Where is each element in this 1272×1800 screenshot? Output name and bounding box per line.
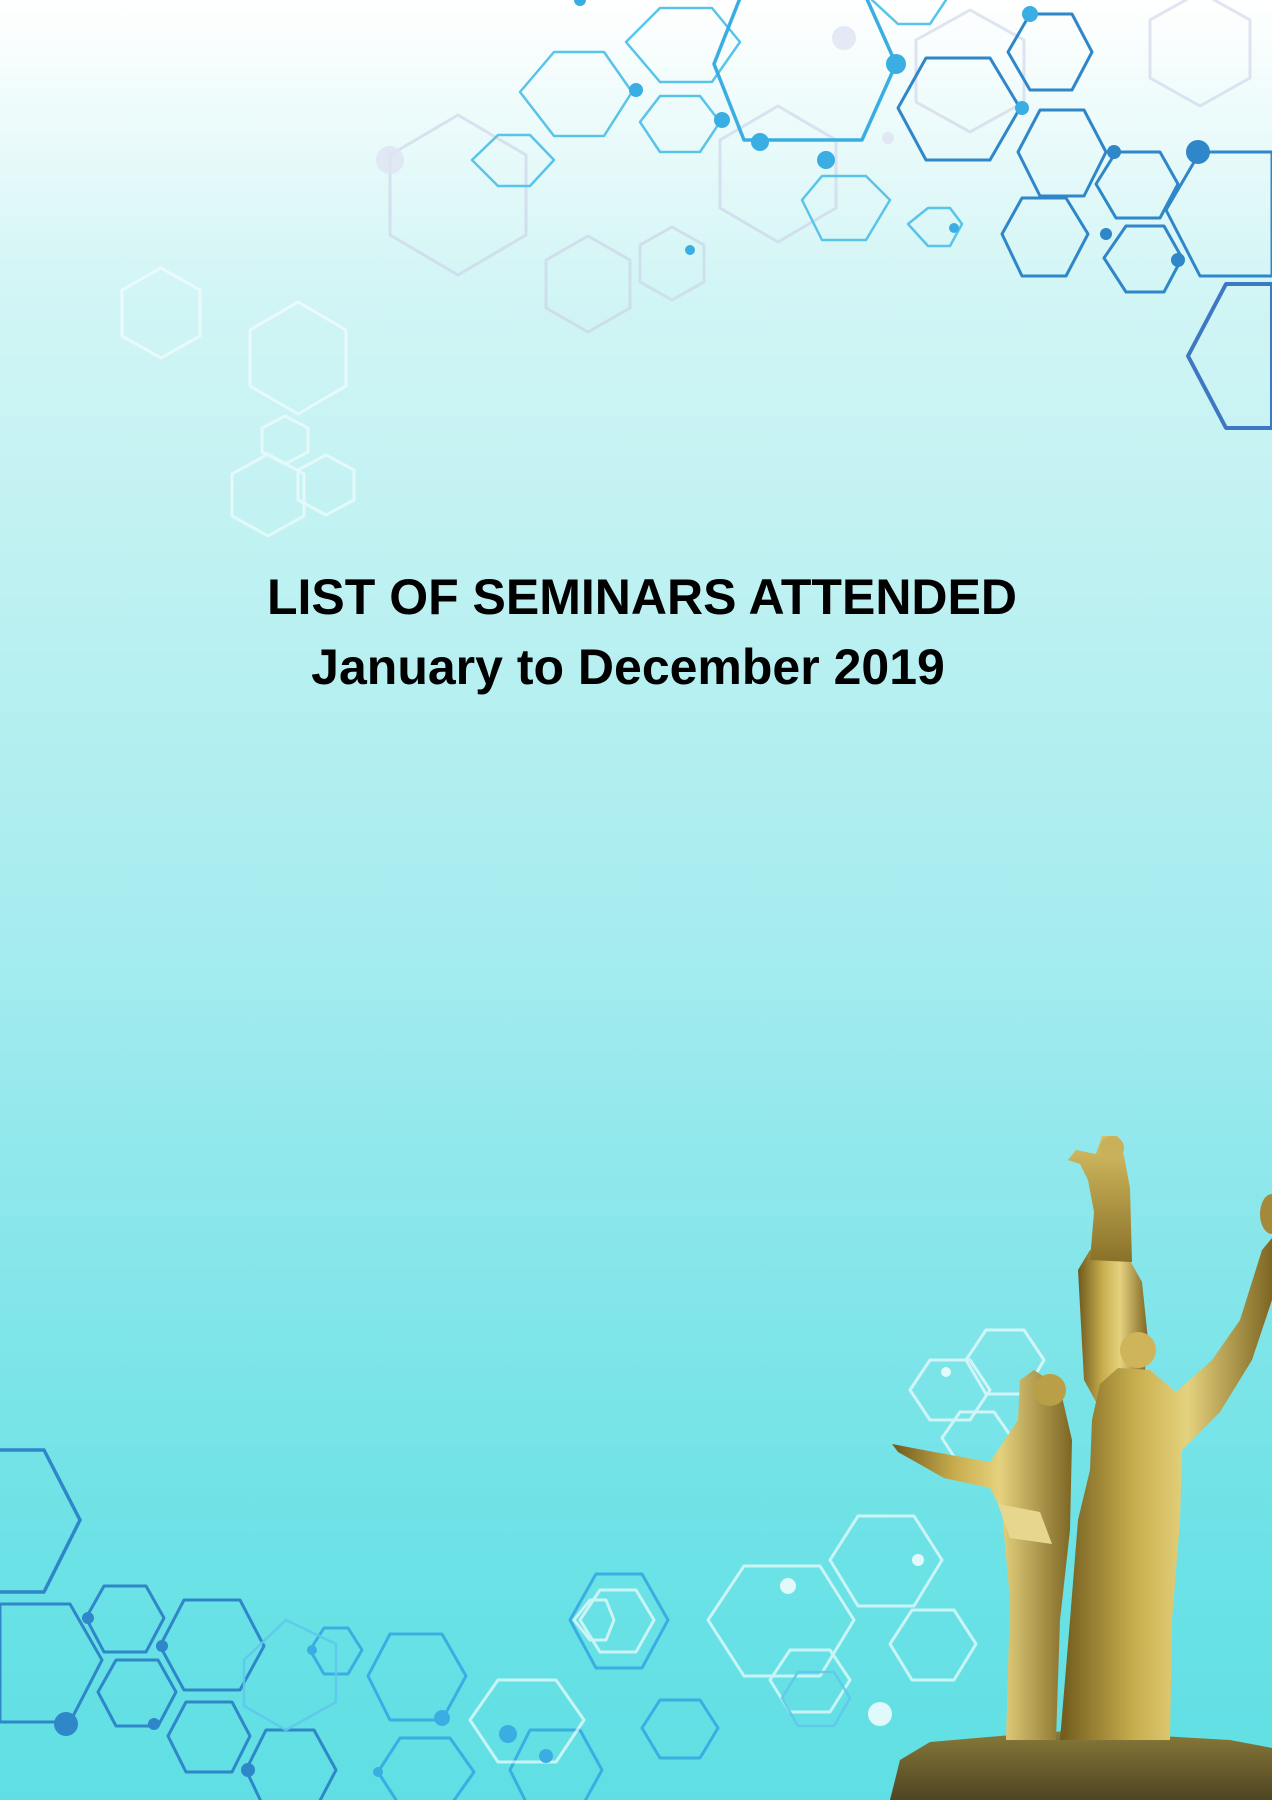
golden-monument-statue-icon [890, 1136, 1272, 1800]
cover-heading: LIST OF SEMINARS ATTENDED [267, 569, 1017, 625]
cover-page: LIST OF SEMINARS ATTENDED January to Dec… [0, 0, 1272, 1800]
cover-period: January to December 2019 [311, 639, 945, 695]
cover-title-block: LIST OF SEMINARS ATTENDED January to Dec… [0, 562, 1272, 702]
